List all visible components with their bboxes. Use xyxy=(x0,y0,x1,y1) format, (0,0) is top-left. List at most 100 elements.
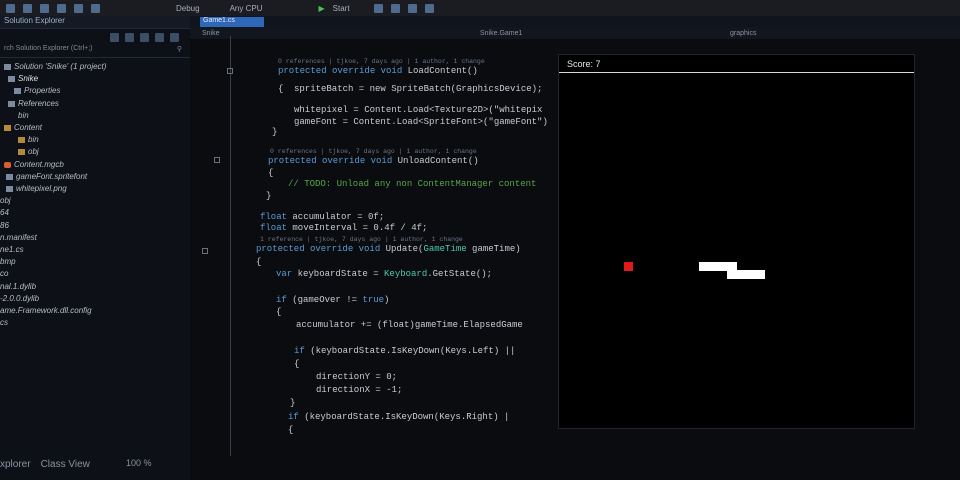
code-text: (keyboardState.IsKeyDown(Keys.Left) || xyxy=(310,346,516,356)
tab-solution-explorer[interactable]: xplorer xyxy=(0,459,31,470)
search-icon: ⚲ xyxy=(176,46,182,53)
member-dropdown[interactable]: graphics xyxy=(730,30,756,37)
navigation-bar: Snike Snike.Game1 graphics xyxy=(190,27,960,39)
tree-label: bin xyxy=(18,110,29,120)
code-keyword: protected override void xyxy=(268,156,398,166)
main-toolbar: Debug Any CPU ▶ Start xyxy=(0,0,960,16)
project-dropdown[interactable]: Snike xyxy=(202,30,220,37)
tab-class-view[interactable]: Class View xyxy=(41,459,90,470)
tree-item-content-bin[interactable]: bin xyxy=(0,134,190,146)
bookmark-icon[interactable] xyxy=(407,3,417,13)
tree-label: 86 xyxy=(0,220,9,230)
tree-item[interactable]: co xyxy=(0,268,190,280)
class-dropdown[interactable]: Snike.Game1 xyxy=(480,30,522,37)
solution-icon xyxy=(4,63,11,70)
code-line: { xyxy=(278,84,284,94)
tree-label: Content xyxy=(14,123,43,133)
home-icon[interactable] xyxy=(110,32,119,42)
tree-item[interactable]: 86 xyxy=(0,220,190,232)
configuration-dropdown[interactable]: Debug xyxy=(176,4,200,13)
code-line: { xyxy=(276,307,282,317)
save-icon[interactable] xyxy=(57,3,66,13)
solution-explorer: Solution Explorer rch Solution Explorer … xyxy=(0,16,190,480)
codelens[interactable]: 0 references | tjkoe, 7 days ago | 1 aut… xyxy=(270,148,477,155)
tree-item[interactable]: ame.Framework.dll.config xyxy=(0,305,190,317)
comment-icon[interactable] xyxy=(424,3,434,13)
tree-label: -2.0.0.dylib xyxy=(0,293,40,303)
folder-icon xyxy=(18,137,25,144)
zoom-dropdown[interactable]: 100 % xyxy=(126,458,152,468)
properties-icon[interactable] xyxy=(170,32,179,42)
code-comment: // TODO: Unload any non ContentManager c… xyxy=(288,179,537,189)
redo-icon[interactable] xyxy=(23,3,32,13)
tree-label: n.manifest xyxy=(0,232,37,242)
code-line: if (gameOver != true) xyxy=(276,295,389,305)
tree-item-references[interactable]: References xyxy=(0,98,190,110)
code-line: } xyxy=(290,398,296,408)
code-text: LoadContent() xyxy=(407,66,478,76)
open-file-icon[interactable] xyxy=(40,3,49,13)
tree-label: co xyxy=(0,269,9,279)
code-text: moveInterval = 0.4f / 4f; xyxy=(292,223,428,233)
code-keyword: true xyxy=(362,295,385,305)
redo-arrow-icon[interactable] xyxy=(91,3,100,13)
undo-icon[interactable] xyxy=(6,3,15,13)
code-keyword: var xyxy=(276,269,298,279)
sync-icon[interactable] xyxy=(125,32,134,42)
solution-tree: Solution 'Snike' (1 project) Snike Prope… xyxy=(0,58,190,329)
codelens[interactable]: 1 reference | tjkoe, 7 days ago | 1 auth… xyxy=(260,236,463,243)
save-all-icon[interactable] xyxy=(74,3,83,13)
code-keyword: float xyxy=(260,223,293,233)
tree-item-solution[interactable]: Solution 'Snike' (1 project) xyxy=(0,61,190,73)
tree-label: 64 xyxy=(0,208,9,218)
tab-game1-cs[interactable]: Game1.cs xyxy=(200,17,264,27)
code-keyword: if xyxy=(276,295,293,305)
tree-label: Content.mgcb xyxy=(14,159,64,169)
game-window[interactable]: Score: 7 xyxy=(559,55,914,428)
tree-item-whitepixel[interactable]: whitepixel.png xyxy=(0,183,190,195)
tree-item[interactable]: bmp xyxy=(0,256,190,268)
tree-item[interactable]: -2.0.0.dylib xyxy=(0,293,190,305)
collapse-icon[interactable] xyxy=(140,32,149,42)
tree-item-bin[interactable]: bin xyxy=(0,110,190,122)
code-text: (keyboardState.IsKeyDown(Keys.Right) | xyxy=(304,412,510,422)
codelens[interactable]: 0 references | tjkoe, 7 days ago | 1 aut… xyxy=(278,58,485,65)
explorer-toolbar xyxy=(0,29,190,45)
code-line: { xyxy=(256,257,262,267)
attach-icon[interactable] xyxy=(373,3,383,13)
code-text: accumulator = 0f; xyxy=(292,212,385,222)
start-button[interactable]: Start xyxy=(333,4,350,13)
project-icon xyxy=(8,76,15,83)
code-line: directionY = 0; xyxy=(316,372,398,382)
code-line: if (keyboardState.IsKeyDown(Keys.Left) |… xyxy=(294,346,515,356)
mgcb-icon xyxy=(4,161,11,168)
code-keyword: if xyxy=(294,346,311,356)
code-line: whitepixel = Content.Load<Texture2D>("wh… xyxy=(294,105,543,115)
code-text: keyboardState = xyxy=(297,269,385,279)
tree-item[interactable]: 64 xyxy=(0,207,190,219)
tree-item[interactable]: obj xyxy=(0,195,190,207)
explorer-search-input[interactable]: rch Solution Explorer (Ctrl+;) ⚲ xyxy=(0,45,190,58)
tree-item[interactable]: ne1.cs xyxy=(0,244,190,256)
platform-dropdown[interactable]: Any CPU xyxy=(230,4,263,13)
start-play-icon[interactable]: ▶ xyxy=(318,4,324,13)
tree-item[interactable]: nal.1.dylib xyxy=(0,281,190,293)
document-tabs: Game1.cs xyxy=(190,16,960,27)
tree-item[interactable]: n.manifest xyxy=(0,232,190,244)
explorer-bottom-tabs: xplorer Class View xyxy=(0,454,190,474)
show-all-icon[interactable] xyxy=(155,32,164,42)
tree-item-project[interactable]: Snike xyxy=(0,73,190,85)
tree-item-mgcb[interactable]: Content.mgcb xyxy=(0,159,190,171)
tool-icon[interactable] xyxy=(390,3,400,13)
tree-label: References xyxy=(18,98,59,108)
code-text: Update( xyxy=(385,244,424,254)
score-label: Score: 7 xyxy=(559,55,914,73)
tree-item-spritefont[interactable]: gameFont.spritefont xyxy=(0,171,190,183)
tree-item-content[interactable]: Content xyxy=(0,122,190,134)
code-line: if (keyboardState.IsKeyDown(Keys.Right) … xyxy=(288,412,509,422)
tree-item-content-obj[interactable]: obj xyxy=(0,146,190,158)
tree-item[interactable]: cs xyxy=(0,317,190,329)
code-type: Keyboard xyxy=(384,269,428,279)
tree-item-properties[interactable]: Properties xyxy=(0,85,190,97)
code-line: protected override void Update(GameTime … xyxy=(256,244,521,254)
